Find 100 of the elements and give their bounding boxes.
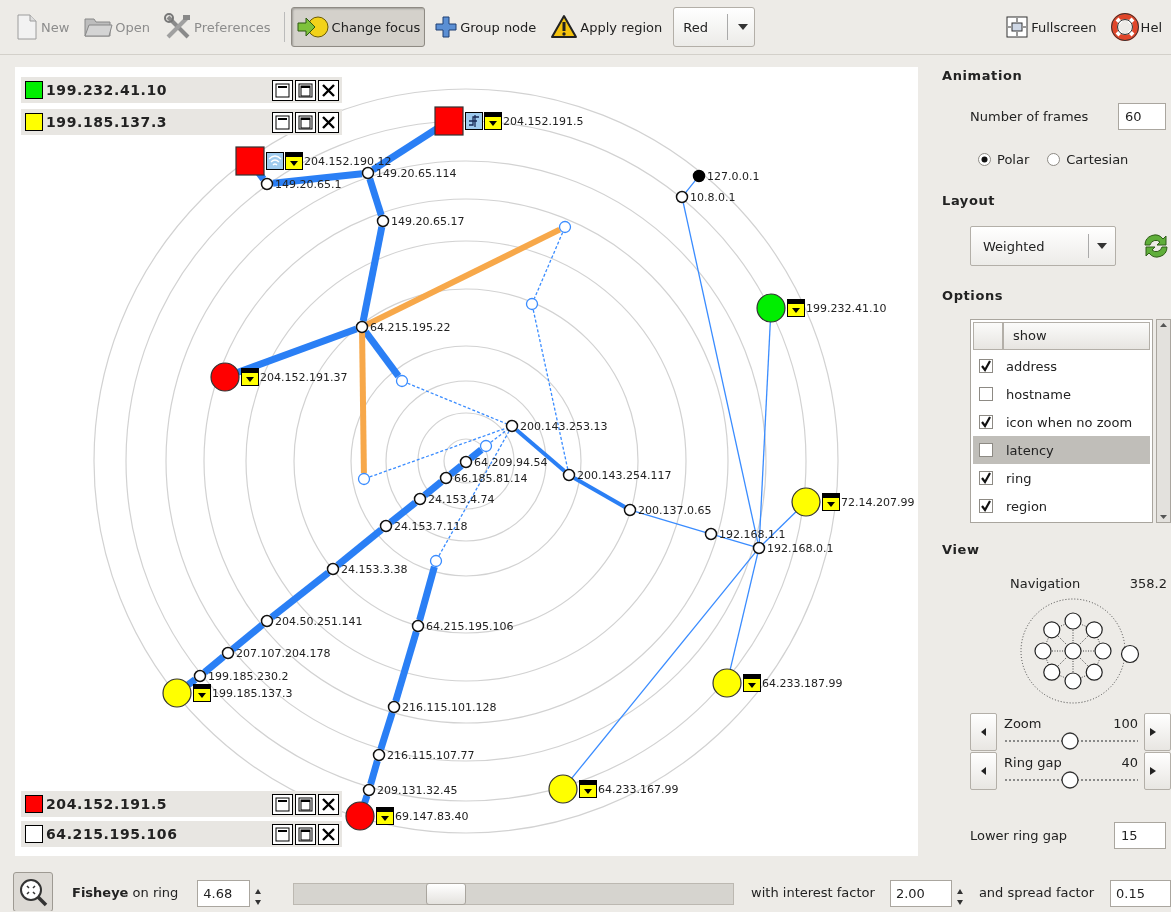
spread-field[interactable]: 0.15 — [1110, 880, 1171, 907]
host-node[interactable] — [675, 190, 689, 204]
minimize-button[interactable] — [272, 793, 293, 815]
scrollbar[interactable] — [1156, 319, 1171, 523]
checkbox[interactable] — [979, 387, 993, 401]
hidden-node[interactable] — [395, 374, 409, 388]
increase-button[interactable] — [1144, 713, 1171, 751]
hidden-node[interactable] — [357, 472, 371, 486]
decrease-button[interactable] — [970, 752, 997, 790]
host-node[interactable] — [362, 783, 376, 797]
close-button[interactable] — [318, 111, 339, 133]
host-node[interactable] — [260, 177, 274, 191]
host-node[interactable] — [345, 801, 375, 831]
interest-field[interactable]: 2.00 — [889, 880, 952, 907]
node-label: 64.233.187.99 — [762, 677, 843, 690]
option-row[interactable]: ring — [973, 464, 1150, 492]
apply-region-button[interactable]: Apply region — [545, 7, 668, 47]
option-row[interactable]: icon when no zoom — [973, 408, 1150, 436]
host-node[interactable] — [562, 468, 576, 482]
minimize-button[interactable] — [272, 79, 293, 101]
column-header[interactable]: show — [1003, 322, 1150, 350]
ring-gap-field[interactable]: 15 — [1114, 821, 1166, 849]
radio-button[interactable] — [978, 152, 991, 166]
lifebuoy-icon — [1110, 13, 1139, 41]
checkbox[interactable] — [979, 443, 993, 457]
spin-arrows-icon[interactable] — [954, 887, 965, 907]
decrease-button[interactable] — [970, 713, 997, 751]
layout-dropdown[interactable]: Weighted — [970, 226, 1116, 266]
host-node[interactable] — [712, 668, 742, 698]
hidden-node[interactable] — [558, 220, 572, 234]
hidden-node[interactable] — [525, 297, 539, 311]
host-node[interactable] — [260, 614, 274, 628]
option-row[interactable]: region — [973, 492, 1150, 520]
close-button[interactable] — [318, 823, 339, 845]
host-node[interactable] — [210, 362, 240, 392]
frames-field[interactable]: 60 — [1118, 102, 1166, 130]
host-node[interactable] — [413, 492, 427, 506]
host-address: 199.185.137.3 — [46, 114, 168, 130]
restore-button[interactable] — [295, 823, 316, 845]
hidden-node[interactable] — [479, 439, 493, 453]
checkbox[interactable] — [979, 415, 993, 429]
node-label: 69.147.83.40 — [395, 810, 469, 823]
host-node[interactable] — [791, 487, 821, 517]
host-node[interactable] — [387, 700, 401, 714]
up-arrow-icon — [1157, 320, 1170, 330]
group-button[interactable]: Group node — [429, 7, 542, 47]
option-row[interactable]: address — [973, 352, 1150, 380]
radio-option[interactable]: Cartesian — [1047, 151, 1129, 167]
close-icon — [321, 826, 336, 842]
lock-icon — [241, 368, 259, 386]
spin-arrows-icon[interactable] — [253, 887, 264, 907]
host-node[interactable] — [411, 619, 425, 633]
increase-button[interactable] — [1144, 752, 1171, 790]
host-node[interactable] — [548, 774, 578, 804]
minimize-button[interactable] — [272, 823, 293, 845]
restore-button[interactable] — [295, 793, 316, 815]
slider-thumb[interactable] — [425, 883, 466, 905]
help-button[interactable]: Hel — [1105, 7, 1167, 47]
close-button[interactable] — [318, 793, 339, 815]
host-node[interactable] — [434, 106, 464, 136]
option-row[interactable]: latency — [973, 436, 1150, 464]
radio-option[interactable]: Polar — [978, 151, 1030, 167]
host-node[interactable] — [756, 293, 786, 323]
refresh-icon[interactable] — [1141, 231, 1171, 261]
minimize-button[interactable] — [272, 111, 293, 133]
host-node[interactable] — [623, 503, 637, 517]
host-node[interactable] — [459, 455, 473, 469]
checkbox[interactable] — [979, 359, 993, 373]
host-node[interactable] — [379, 519, 393, 533]
host-node[interactable] — [193, 669, 207, 683]
host-node[interactable] — [752, 541, 766, 555]
fullscreen-button[interactable]: Fullscreen — [1000, 7, 1102, 47]
hidden-node[interactable] — [429, 554, 443, 568]
host-node[interactable] — [361, 166, 375, 180]
window-icon — [298, 826, 313, 842]
host-node[interactable] — [326, 562, 340, 576]
host-node[interactable] — [355, 320, 369, 334]
host-node[interactable] — [692, 169, 706, 183]
ring-field[interactable]: 4.68 — [197, 880, 251, 907]
host-node[interactable] — [505, 419, 519, 433]
host-node[interactable] — [439, 471, 453, 485]
host-node[interactable] — [235, 146, 265, 176]
restore-button[interactable] — [295, 79, 316, 101]
warning-icon — [550, 14, 579, 40]
option-row[interactable]: hostname — [973, 380, 1150, 408]
host-node[interactable] — [704, 527, 718, 541]
host-node[interactable] — [372, 748, 386, 762]
checkbox[interactable] — [979, 471, 993, 485]
slider-thumb[interactable] — [1060, 732, 1079, 750]
fisheye-button[interactable] — [13, 872, 53, 911]
change-focus-button[interactable]: Change focus — [290, 7, 426, 47]
host-node[interactable] — [376, 214, 390, 228]
close-button[interactable] — [318, 79, 339, 101]
radio-button[interactable] — [1047, 152, 1061, 166]
host-node[interactable] — [162, 678, 192, 708]
slider-thumb[interactable] — [1060, 771, 1079, 789]
restore-button[interactable] — [295, 111, 316, 133]
checkbox[interactable] — [979, 499, 993, 513]
region-dropdown[interactable]: Red — [673, 7, 756, 47]
host-node[interactable] — [221, 646, 235, 660]
